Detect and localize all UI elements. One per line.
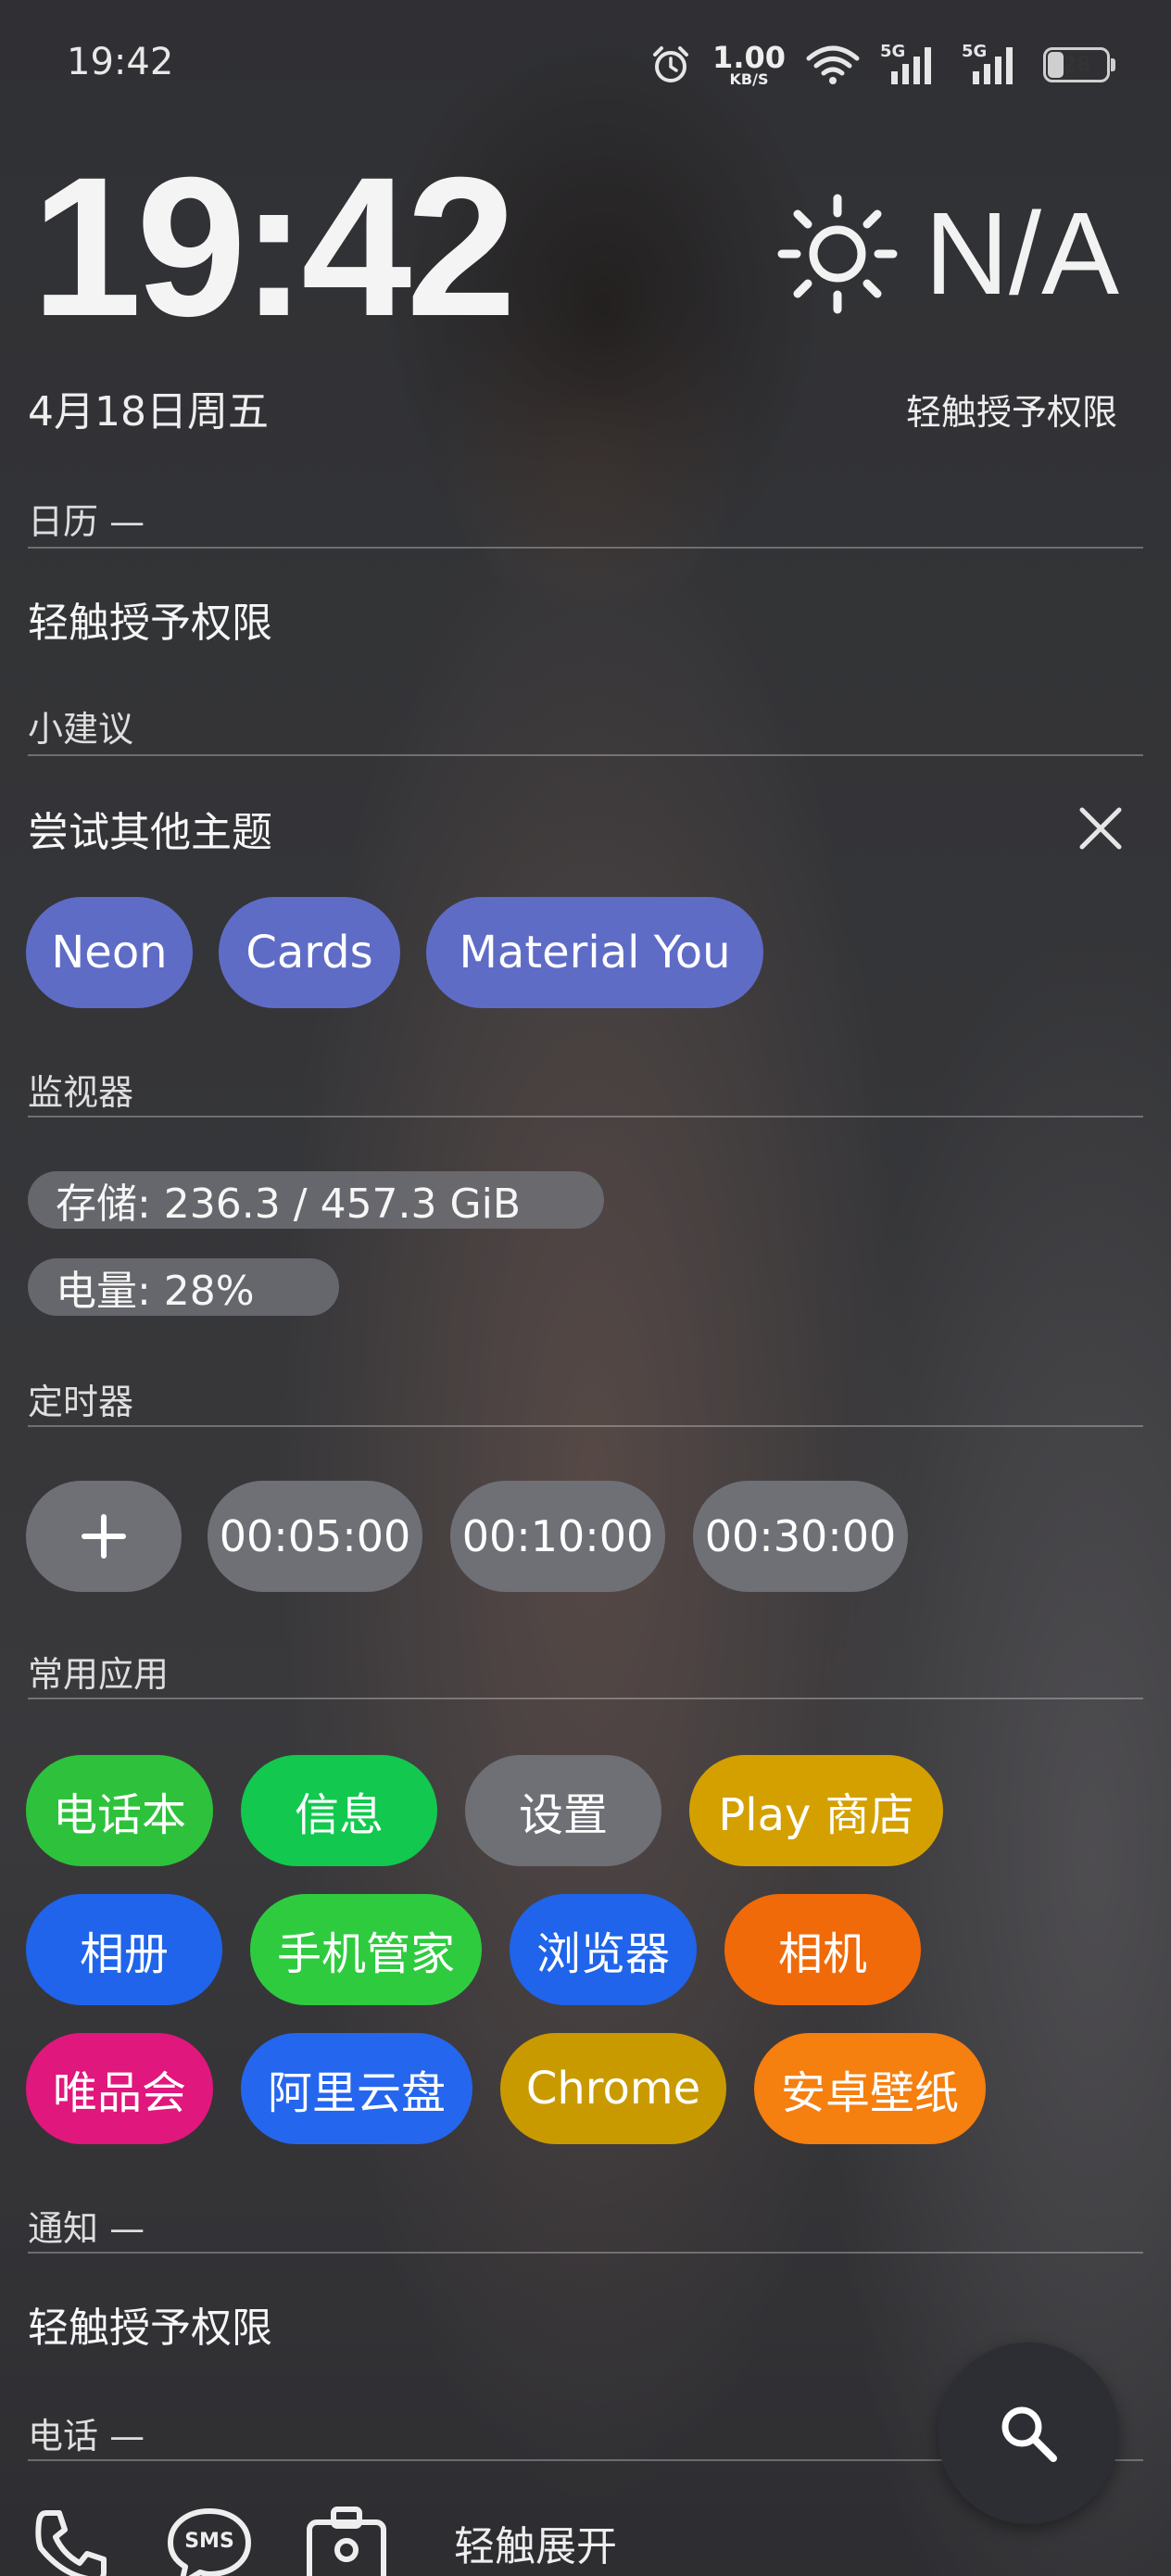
- sms-icon[interactable]: SMS: [165, 2502, 254, 2576]
- app-chip-gallery[interactable]: 相册: [26, 1894, 222, 2005]
- notifications-section-title: 通知 —: [28, 2208, 145, 2249]
- divider: [28, 1425, 1143, 1427]
- app-chip-android-wallpaper[interactable]: 安卓壁纸: [754, 2033, 986, 2144]
- plus-icon: [82, 1514, 126, 1559]
- weather-temperature: N/A: [924, 188, 1119, 319]
- app-chip-play-store[interactable]: Play 商店: [689, 1755, 943, 1866]
- battery-percent: 28: [1062, 53, 1091, 77]
- theme-chip-material-you[interactable]: Material You: [426, 897, 763, 1008]
- search-icon: [1001, 2406, 1057, 2462]
- net-speed-unit: KB/S: [729, 70, 769, 88]
- timer-preset-5min[interactable]: 00:05:00: [208, 1481, 422, 1592]
- app-chip-camera[interactable]: 相机: [724, 1894, 921, 2005]
- status-time: 19:42: [67, 41, 174, 83]
- app-chip-chrome[interactable]: Chrome: [500, 2033, 726, 2144]
- signal-5g-icon: 5G: [880, 42, 941, 86]
- app-chip-aliyun-drive[interactable]: 阿里云盘: [241, 2033, 472, 2144]
- sms-icon-label: SMS: [184, 2530, 234, 2553]
- battery-fill: [1048, 52, 1064, 78]
- storage-monitor[interactable]: 存储: 236.3 / 457.3 GiB: [28, 1171, 604, 1229]
- net-speed-value: 1.00: [712, 40, 786, 75]
- timer-preset-30min[interactable]: 00:30:00: [693, 1481, 908, 1592]
- signal-5g-icon: 5G: [962, 42, 1023, 86]
- launcher-screen: 19:42 1.00 KB/S 5G 5G 28 19:42 N/A 4月18日…: [0, 0, 1171, 2576]
- app-chip-settings[interactable]: 设置: [465, 1755, 661, 1866]
- suggestion-heading: 尝试其他主题: [28, 809, 272, 856]
- suggestions-section-title: 小建议: [28, 709, 134, 750]
- close-icon[interactable]: [1075, 802, 1127, 854]
- theme-chip-neon[interactable]: Neon: [26, 897, 193, 1008]
- app-chip-phone-manager[interactable]: 手机管家: [250, 1894, 482, 2005]
- alarm-icon: [653, 46, 689, 82]
- net-speed: 1.00 KB/S: [712, 43, 786, 87]
- theme-chip-cards[interactable]: Cards: [219, 897, 400, 1008]
- calendar-section-title: 日历 —: [28, 501, 145, 542]
- divider: [28, 754, 1143, 756]
- battery-icon: 28: [1043, 47, 1115, 82]
- app-chip-browser[interactable]: 浏览器: [510, 1894, 697, 2005]
- phone-expand-link[interactable]: 轻触展开: [454, 2513, 617, 2572]
- status-bar: 19:42 1.00 KB/S 5G 5G 28: [0, 0, 1171, 130]
- add-timer-button[interactable]: [26, 1481, 182, 1592]
- divider: [28, 2252, 1143, 2254]
- battery-nub: [1111, 58, 1115, 71]
- weather[interactable]: N/A: [774, 191, 1119, 317]
- search-button[interactable]: [938, 2342, 1119, 2524]
- apps-section-title: 常用应用: [28, 1654, 170, 1695]
- clock[interactable]: 19:42: [31, 148, 516, 347]
- wifi-icon: [806, 45, 860, 84]
- phone-section-title: 电话 —: [28, 2416, 145, 2456]
- timer-preset-10min[interactable]: 00:10:00: [450, 1481, 665, 1592]
- app-chip-contacts[interactable]: 电话本: [26, 1755, 213, 1866]
- status-icons: 1.00 KB/S 5G 5G 28: [649, 39, 1115, 91]
- divider: [28, 547, 1143, 549]
- weather-permission-link[interactable]: 轻触授予权限: [906, 384, 1117, 435]
- calendar-permission-link[interactable]: 轻触授予权限: [28, 589, 272, 649]
- sun-icon: [777, 194, 898, 314]
- battery-monitor[interactable]: 电量: 28%: [28, 1258, 339, 1316]
- timer-section-title: 定时器: [28, 1382, 134, 1422]
- app-chip-vipshop[interactable]: 唯品会: [26, 2033, 213, 2144]
- contacts-icon[interactable]: [302, 2502, 391, 2576]
- phone-row: SMS 轻触展开: [28, 2502, 617, 2576]
- monitor-section-title: 监视器: [28, 1072, 134, 1113]
- date[interactable]: 4月18日周五: [28, 378, 269, 437]
- app-chip-messages[interactable]: 信息: [241, 1755, 437, 1866]
- divider: [28, 1116, 1143, 1118]
- divider: [28, 1698, 1143, 1699]
- phone-icon[interactable]: [28, 2502, 117, 2576]
- notifications-permission-link[interactable]: 轻触授予权限: [28, 2294, 272, 2354]
